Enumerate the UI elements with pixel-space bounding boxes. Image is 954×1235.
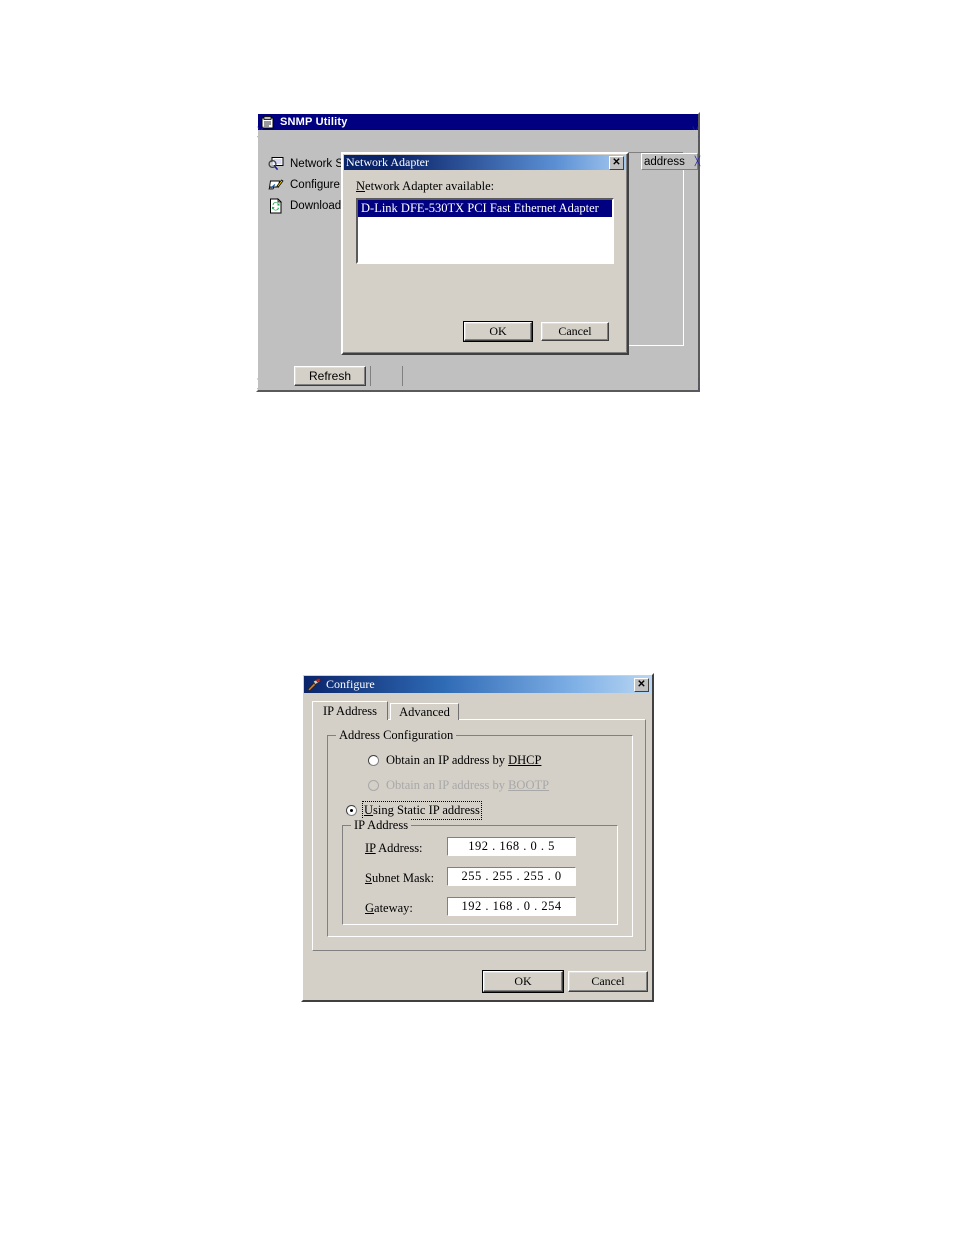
ip-address-field-label: IP Address: bbox=[365, 841, 423, 855]
refresh-button[interactable]: Refresh bbox=[294, 366, 366, 386]
tab-ip-address-label: IP Address bbox=[322, 703, 378, 718]
ok-button-label: OK bbox=[514, 974, 532, 988]
subnet-mask-field-label: Subnet Mask: bbox=[365, 871, 435, 885]
cancel-button-label: Cancel bbox=[591, 974, 625, 988]
radio-icon-dhcp[interactable] bbox=[368, 755, 379, 766]
sidebar-item-configure-label: Configure bbox=[290, 179, 340, 191]
radio-dot-static bbox=[350, 809, 353, 812]
column-header-address[interactable]: address bbox=[641, 153, 698, 170]
configure-dialog: Configure ✕ IP Address Advanced Address … bbox=[301, 673, 654, 1002]
network-adapter-list-label: Network Adapter available: bbox=[356, 179, 494, 194]
column-resize-grip[interactable]: ╳ bbox=[694, 157, 701, 166]
status-panel-2 bbox=[402, 366, 403, 386]
network-adapter-dialog: Network Adapter ✕ Network Adapter availa… bbox=[341, 152, 629, 355]
configure-hammer-icon bbox=[307, 678, 321, 692]
refresh-button-label: Refresh bbox=[308, 369, 352, 383]
configure-pen-icon bbox=[268, 177, 284, 193]
network-adapter-titlebar[interactable]: Network Adapter ✕ bbox=[344, 155, 626, 170]
ok-button[interactable]: OK bbox=[463, 321, 533, 342]
column-header-address-label: address bbox=[644, 155, 685, 168]
close-icon[interactable]: ✕ bbox=[609, 155, 624, 170]
status-panel-1 bbox=[370, 366, 403, 386]
cancel-button[interactable]: Cancel bbox=[568, 971, 648, 992]
tab-advanced-label: Advanced bbox=[399, 704, 450, 719]
network-adapter-list-label-rest: etwork Adapter available: bbox=[365, 179, 495, 193]
tab-ip-address[interactable]: IP Address bbox=[312, 701, 388, 720]
address-configuration-group: Address Configuration Obtain an IP addre… bbox=[327, 728, 633, 937]
gateway-input[interactable]: 192 . 168 . 0 . 254 bbox=[447, 897, 576, 916]
snmp-window-title: SNMP Utility bbox=[280, 116, 348, 128]
radio-obtain-dhcp-label: Obtain an IP address by DHCP bbox=[386, 753, 542, 767]
ok-button[interactable]: OK bbox=[482, 970, 564, 993]
gateway-field-label: Gateway: bbox=[365, 901, 413, 915]
sidebar-item-network-search[interactable]: Network Se bbox=[268, 156, 349, 172]
subnet-mask-input[interactable]: 255 . 255 . 255 . 0 bbox=[447, 867, 576, 886]
configure-title: Configure bbox=[326, 677, 375, 691]
radio-obtain-bootp: Obtain an IP address by BOOTP bbox=[368, 778, 549, 793]
snmp-window-titlebar[interactable]: SNMP Utility bbox=[258, 114, 698, 130]
snmp-app-icon bbox=[261, 115, 275, 129]
ip-address-input[interactable]: 192 . 168 . 0 . 5 bbox=[447, 837, 576, 856]
radio-icon-static[interactable] bbox=[346, 805, 357, 816]
cancel-button-label: Cancel bbox=[558, 324, 592, 338]
magnifier-monitor-icon bbox=[268, 156, 284, 172]
configure-titlebar[interactable]: Configure ✕ bbox=[304, 676, 651, 693]
address-configuration-group-label: Address Configuration bbox=[336, 728, 457, 743]
tab-advanced[interactable]: Advanced bbox=[390, 703, 459, 720]
cancel-button[interactable]: Cancel bbox=[541, 322, 609, 341]
radio-obtain-dhcp[interactable]: Obtain an IP address by DHCP bbox=[368, 753, 541, 768]
radio-icon-bootp bbox=[368, 780, 379, 791]
network-adapter-list-label-accel: N bbox=[356, 179, 366, 193]
tab-panel-ip-address: Address Configuration Obtain an IP addre… bbox=[312, 719, 646, 951]
close-icon[interactable]: ✕ bbox=[634, 677, 649, 692]
download-page-icon bbox=[268, 198, 284, 214]
list-item[interactable]: D-Link DFE-530TX PCI Fast Ethernet Adapt… bbox=[358, 200, 612, 217]
radio-using-static-ip-label: Using Static IP address bbox=[362, 801, 482, 820]
ip-address-group: IP Address IP Address: 192 . 168 . 0 . 5… bbox=[342, 818, 618, 925]
ok-button-label: OK bbox=[489, 324, 507, 338]
radio-using-static-ip[interactable]: Using Static IP address bbox=[346, 801, 482, 820]
network-adapter-title: Network Adapter bbox=[346, 155, 429, 169]
ip-address-group-label: IP Address bbox=[351, 818, 412, 833]
sidebar-item-download-firmware[interactable]: Download F bbox=[268, 198, 351, 214]
network-adapter-listbox[interactable]: D-Link DFE-530TX PCI Fast Ethernet Adapt… bbox=[356, 198, 614, 264]
sidebar-item-configure[interactable]: Configure bbox=[268, 177, 340, 193]
radio-obtain-bootp-label: Obtain an IP address by BOOTP bbox=[386, 778, 550, 792]
